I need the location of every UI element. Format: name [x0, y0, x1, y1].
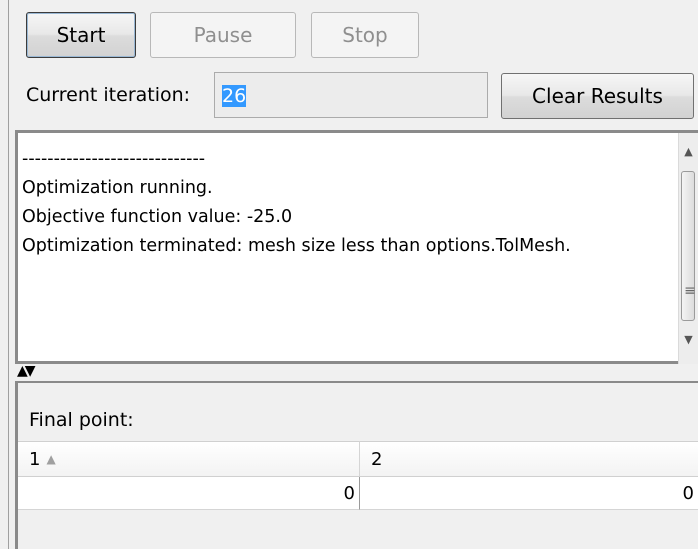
log-line: -----------------------------	[22, 149, 206, 169]
log-line: Optimization running.	[22, 178, 213, 198]
output-log-area[interactable]: ----------------------------- Optimizatio…	[15, 130, 698, 364]
table-cell[interactable]: 0	[360, 477, 698, 510]
window-left-border	[8, 0, 9, 549]
final-point-title: Final point:	[29, 409, 134, 431]
column-header-1[interactable]: 1 ▲	[18, 441, 360, 477]
log-line: Objective function value: -25.0	[22, 207, 293, 227]
final-point-table: 1 ▲ 2 0 0	[18, 441, 698, 513]
clear-results-button[interactable]: Clear Results	[501, 73, 694, 119]
scroll-down-arrow-icon[interactable]: ▼	[679, 333, 698, 346]
current-iteration-field[interactable]: 26	[214, 72, 488, 118]
table-cell[interactable]: 0	[18, 477, 360, 510]
start-button[interactable]: Start	[26, 12, 136, 58]
column-header-2[interactable]: 2	[360, 441, 698, 477]
final-point-panel: Final point: 1 ▲ 2 0 0	[15, 381, 698, 549]
scrollbar-grip-icon: ≡	[684, 283, 696, 299]
pause-button[interactable]: Pause	[150, 12, 296, 58]
scrollbar-thumb[interactable]: ≡	[681, 171, 696, 321]
current-iteration-value: 26	[222, 85, 247, 107]
output-vertical-scrollbar[interactable]: ▲ ≡ ▼	[678, 133, 698, 364]
column-header-label: 2	[371, 449, 383, 470]
column-header-label: 1	[29, 449, 41, 470]
log-line: Optimization terminated: mesh size less …	[22, 236, 571, 256]
output-log-text: ----------------------------- Optimizatio…	[22, 145, 571, 261]
current-iteration-label: Current iteration:	[26, 84, 191, 106]
splitter-arrows-icon[interactable]: ▲▼	[17, 363, 35, 379]
scroll-up-arrow-icon[interactable]: ▲	[679, 145, 698, 158]
sort-ascending-icon: ▲	[46, 452, 56, 466]
stop-button[interactable]: Stop	[311, 12, 419, 58]
